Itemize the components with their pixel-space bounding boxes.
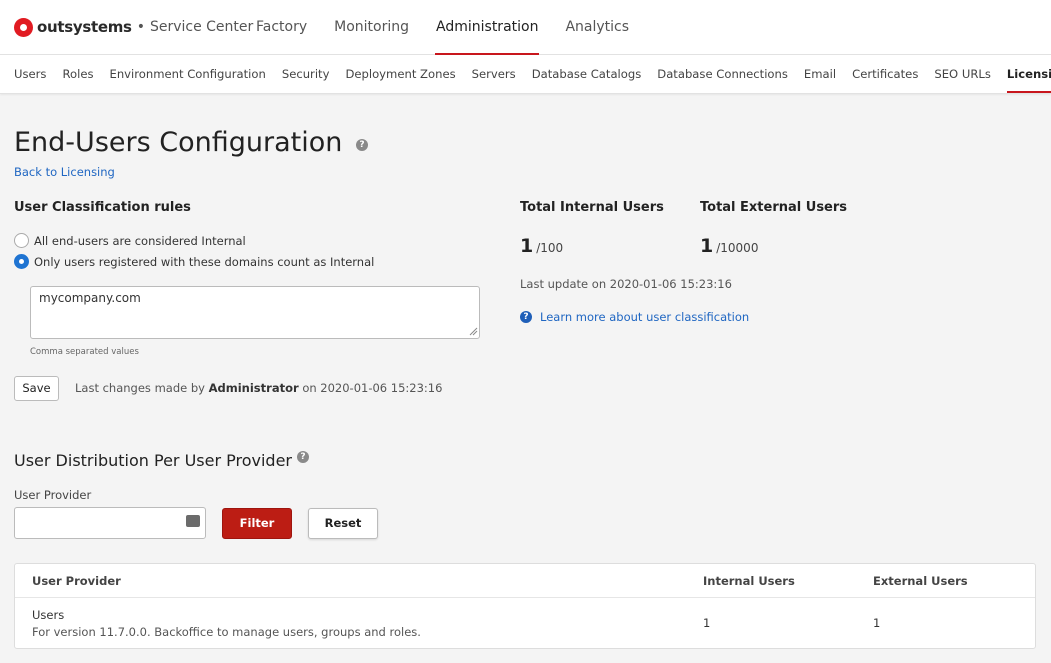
subnav-seo-urls[interactable]: SEO URLs (934, 55, 991, 94)
help-icon[interactable]: ? (297, 451, 309, 463)
external-users-value: 1 (700, 235, 714, 257)
brand-separator: • (136, 19, 145, 35)
nav-administration[interactable]: Administration (435, 0, 540, 55)
external-users-label: Total External Users (700, 200, 848, 215)
radio-checked-icon[interactable] (14, 254, 29, 269)
nav-analytics[interactable]: Analytics (565, 0, 629, 55)
subnav-email[interactable]: Email (804, 55, 836, 94)
last-changes-user: Administrator (208, 381, 299, 395)
filter-button[interactable]: Filter (222, 508, 292, 539)
radio-all-internal[interactable]: All end-users are considered Internal (14, 233, 246, 248)
row-external-users: 1 (873, 616, 881, 630)
radio-domains-internal[interactable]: Only users registered with these domains… (14, 254, 374, 269)
row-provider-name: Users (32, 608, 65, 622)
domains-helper-text: Comma separated values (30, 347, 139, 357)
nav-factory[interactable]: Factory (256, 0, 307, 55)
brand-name: outsystems (37, 18, 132, 36)
reset-button[interactable]: Reset (308, 508, 378, 539)
save-button[interactable]: Save (14, 376, 59, 401)
outsystems-logo-icon (14, 17, 33, 37)
classification-title: User Classification rules (14, 200, 191, 215)
back-to-licensing-link[interactable]: Back to Licensing (14, 165, 115, 179)
row-internal-users: 1 (703, 616, 711, 630)
radio-all-internal-label: All end-users are considered Internal (34, 233, 246, 248)
radio-domains-internal-label: Only users registered with these domains… (34, 254, 375, 269)
internal-users-value: 1 (520, 235, 534, 257)
subnav-certificates[interactable]: Certificates (852, 55, 918, 94)
subnav-users[interactable]: Users (14, 55, 46, 94)
distribution-title: User Distribution Per User Provider (14, 451, 292, 470)
top-bar: outsystems • Service Center Factory Moni… (0, 0, 1051, 55)
internal-users-count: 1/100 (520, 235, 563, 257)
last-update-text: Last update on 2020-01-06 15:23:16 (520, 277, 732, 291)
user-provider-input[interactable] (14, 507, 206, 539)
distribution-table: User Provider Internal Users External Us… (14, 563, 1036, 649)
help-icon[interactable]: ? (356, 139, 368, 151)
subnav-roles[interactable]: Roles (62, 55, 93, 94)
lookup-icon[interactable] (186, 510, 200, 527)
product-name: Service Center (149, 19, 254, 35)
subnav-deployment-zones[interactable]: Deployment Zones (345, 55, 455, 94)
last-changes-prefix: Last changes made by (75, 381, 205, 395)
last-changes-suffix: on 2020-01-06 15:23:16 (302, 381, 443, 395)
radio-unchecked-icon[interactable] (14, 233, 29, 248)
internal-users-label: Total Internal Users (520, 200, 664, 215)
internal-users-max: /100 (536, 241, 564, 255)
page-title: End-Users Configuration (14, 127, 343, 158)
main-nav: Factory Monitoring Administration Analyt… (256, 0, 656, 55)
domains-textarea[interactable]: mycompany.com (30, 286, 480, 339)
column-header-internal-users[interactable]: Internal Users (703, 574, 795, 588)
subnav-security[interactable]: Security (282, 55, 330, 94)
resize-grip-icon[interactable] (469, 327, 478, 336)
row-provider-description: For version 11.7.0.0. Backoffice to mana… (32, 625, 421, 639)
sub-nav: Users Roles Environment Configuration Se… (0, 55, 1051, 94)
subnav-environment-configuration[interactable]: Environment Configuration (110, 55, 266, 94)
last-changes-text: Last changes made by Administrator on 20… (75, 381, 442, 395)
subnav-servers[interactable]: Servers (472, 55, 516, 94)
header-divider (15, 597, 1035, 598)
subnav-database-connections[interactable]: Database Connections (657, 55, 788, 94)
question-circle-icon: ? (520, 311, 532, 323)
nav-monitoring[interactable]: Monitoring (334, 0, 409, 55)
external-users-max: /10000 (716, 241, 759, 255)
learn-more-label: Learn more about user classification (540, 310, 750, 324)
subnav-licensing[interactable]: Licensing (1006, 55, 1051, 94)
external-users-count: 1/10000 (700, 235, 758, 257)
subnav-database-catalogs[interactable]: Database Catalogs (532, 55, 642, 94)
learn-more-link[interactable]: ? Learn more about user classification (520, 310, 749, 324)
user-provider-label: User Provider (14, 488, 92, 502)
column-header-user-provider[interactable]: User Provider (32, 574, 121, 588)
column-header-external-users[interactable]: External Users (873, 574, 968, 588)
outsystems-logo[interactable]: outsystems • Service Center (14, 17, 253, 37)
